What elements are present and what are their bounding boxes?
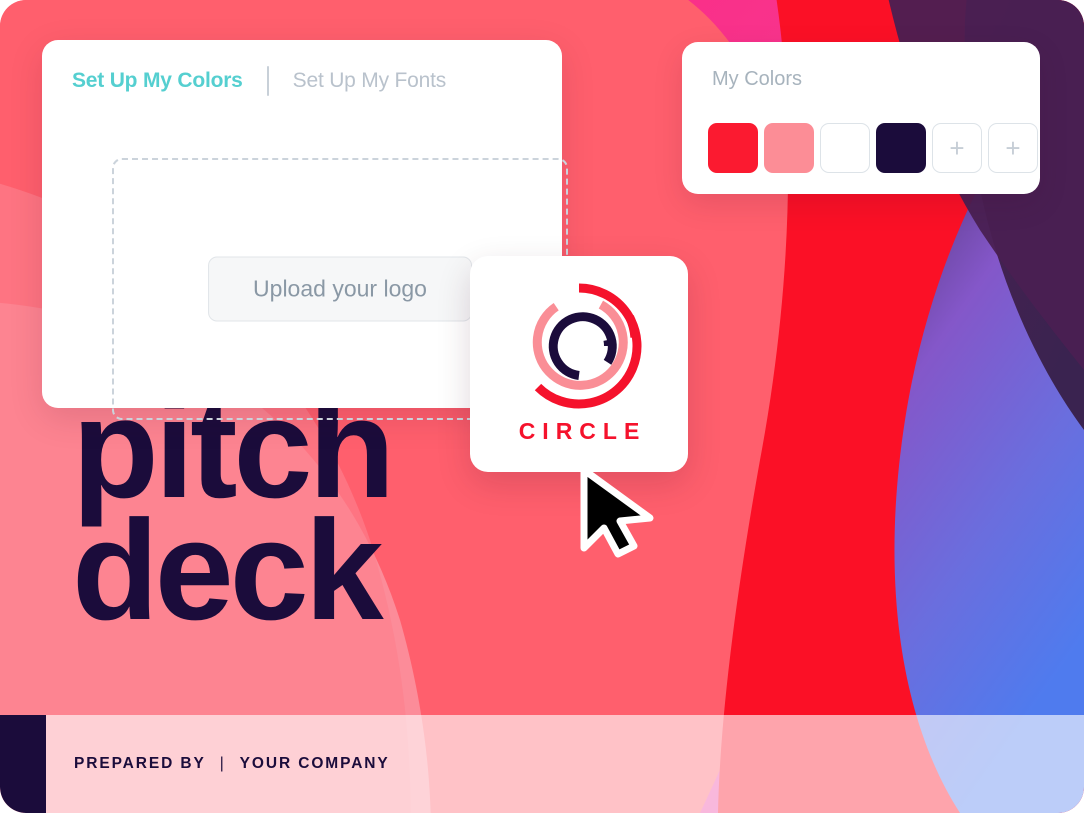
footer-bar: PREPARED BY | YOUR COMPANY <box>0 715 1084 813</box>
color-swatch-list: + + <box>708 123 1038 173</box>
footer-credit: PREPARED BY | YOUR COMPANY <box>74 755 390 773</box>
mouse-pointer-icon <box>578 466 674 558</box>
color-swatch-white[interactable] <box>820 123 870 173</box>
footer-accent-block <box>0 715 46 813</box>
tab-divider <box>266 66 269 96</box>
add-color-button-1[interactable]: + <box>932 123 982 173</box>
color-swatch-salmon[interactable] <box>764 123 814 173</box>
add-color-button-2[interactable]: + <box>988 123 1038 173</box>
color-swatch-red[interactable] <box>708 123 758 173</box>
tab-set-up-my-fonts[interactable]: Set Up My Fonts <box>293 69 447 93</box>
prepared-by-label: PREPARED BY <box>74 755 206 772</box>
color-swatch-navy[interactable] <box>876 123 926 173</box>
tab-set-up-my-colors[interactable]: Set Up My Colors <box>72 69 243 93</box>
logo-preview-card[interactable]: CIRCLE <box>470 256 688 472</box>
company-label: YOUR COMPANY <box>239 755 390 772</box>
page-title: pitch deck <box>72 369 395 651</box>
my-colors-title: My Colors <box>712 68 803 90</box>
footer-separator: | <box>219 755 226 772</box>
pitch-deck-canvas: PREPARED BY | YOUR COMPANY pitch deck Se… <box>0 0 1084 813</box>
upload-logo-button[interactable]: Upload your logo <box>208 256 472 322</box>
circle-logo-icon <box>513 280 645 412</box>
my-colors-panel: My Colors + + <box>682 42 1040 194</box>
tab-bar: Set Up My Colors Set Up My Fonts <box>42 40 562 96</box>
circle-wordmark: CIRCLE <box>518 418 647 444</box>
